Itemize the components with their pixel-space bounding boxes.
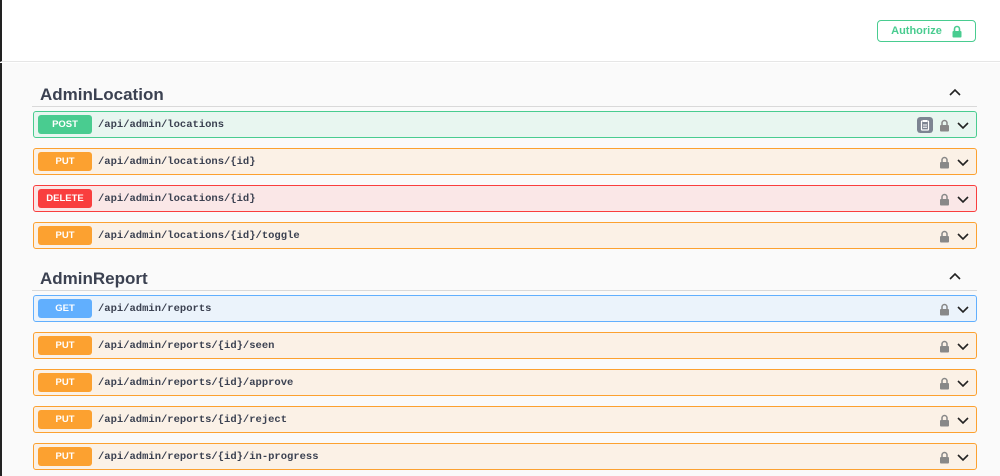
method-badge: PUT: [38, 447, 92, 466]
content-area: AdminLocation POST /api/admin/locations: [0, 63, 1000, 476]
copy-icon[interactable]: [917, 117, 933, 133]
authorize-button[interactable]: Authorize: [877, 20, 976, 42]
lock-icon[interactable]: [939, 340, 950, 353]
operation-path: /api/admin/locations/{id}/toggle: [98, 229, 300, 242]
lock-icon[interactable]: [939, 193, 950, 206]
method-badge: GET: [38, 299, 92, 318]
operation-path: /api/admin/reports/{id}/in-progress: [98, 450, 319, 463]
lock-icon[interactable]: [939, 230, 950, 243]
method-badge: PUT: [38, 226, 92, 245]
chevron-down-icon[interactable]: [956, 157, 970, 167]
chevron-down-icon[interactable]: [956, 231, 970, 241]
operation-path: /api/admin/reports/{id}/approve: [98, 376, 294, 389]
operation-row[interactable]: PUT /api/admin/locations/{id}/toggle: [33, 222, 977, 249]
lock-icon: [952, 25, 962, 37]
operation-path: /api/admin/reports: [98, 302, 212, 315]
method-badge: PUT: [38, 410, 92, 429]
chevron-down-icon[interactable]: [956, 304, 970, 314]
authorize-label: Authorize: [891, 25, 942, 37]
operation-row[interactable]: GET /api/admin/reports: [33, 295, 977, 322]
lock-icon[interactable]: [939, 156, 950, 169]
chevron-down-icon[interactable]: [956, 415, 970, 425]
operation-path: /api/admin/locations: [98, 118, 225, 131]
method-badge: PUT: [38, 152, 92, 171]
section-adminlocation[interactable]: AdminLocation: [32, 71, 977, 107]
operation-row[interactable]: PUT /api/admin/reports/{id}/in-progress: [33, 443, 977, 470]
operation-path: /api/admin/locations/{id}: [98, 155, 256, 168]
chevron-down-icon[interactable]: [956, 452, 970, 462]
lock-icon[interactable]: [939, 119, 950, 132]
operation-row[interactable]: PUT /api/admin/reports/{id}/approve: [33, 369, 977, 396]
section-adminreport[interactable]: AdminReport: [32, 255, 977, 291]
chevron-up-icon[interactable]: [947, 86, 963, 98]
method-badge: DELETE: [38, 189, 92, 208]
operation-row[interactable]: POST /api/admin/locations: [33, 111, 977, 138]
operation-row[interactable]: PUT /api/admin/locations/{id}: [33, 148, 977, 175]
section-title: AdminLocation: [40, 85, 164, 104]
operation-path: /api/admin/locations/{id}: [98, 192, 256, 205]
lock-icon[interactable]: [939, 377, 950, 390]
operation-path: /api/admin/reports/{id}/seen: [98, 339, 275, 352]
method-badge: PUT: [38, 373, 92, 392]
lock-icon[interactable]: [939, 451, 950, 464]
section-title: AdminReport: [40, 269, 148, 288]
top-bar: Authorize: [0, 0, 1000, 62]
chevron-up-icon[interactable]: [947, 270, 963, 282]
chevron-down-icon[interactable]: [956, 378, 970, 388]
operation-row[interactable]: PUT /api/admin/reports/{id}/reject: [33, 406, 977, 433]
method-badge: POST: [38, 115, 92, 134]
chevron-down-icon[interactable]: [956, 120, 970, 130]
operation-row[interactable]: PUT /api/admin/reports/{id}/seen: [33, 332, 977, 359]
operation-row[interactable]: DELETE /api/admin/locations/{id}: [33, 185, 977, 212]
lock-icon[interactable]: [939, 303, 950, 316]
lock-icon[interactable]: [939, 414, 950, 427]
chevron-down-icon[interactable]: [956, 194, 970, 204]
operation-path: /api/admin/reports/{id}/reject: [98, 413, 288, 426]
method-badge: PUT: [38, 336, 92, 355]
chevron-down-icon[interactable]: [956, 341, 970, 351]
